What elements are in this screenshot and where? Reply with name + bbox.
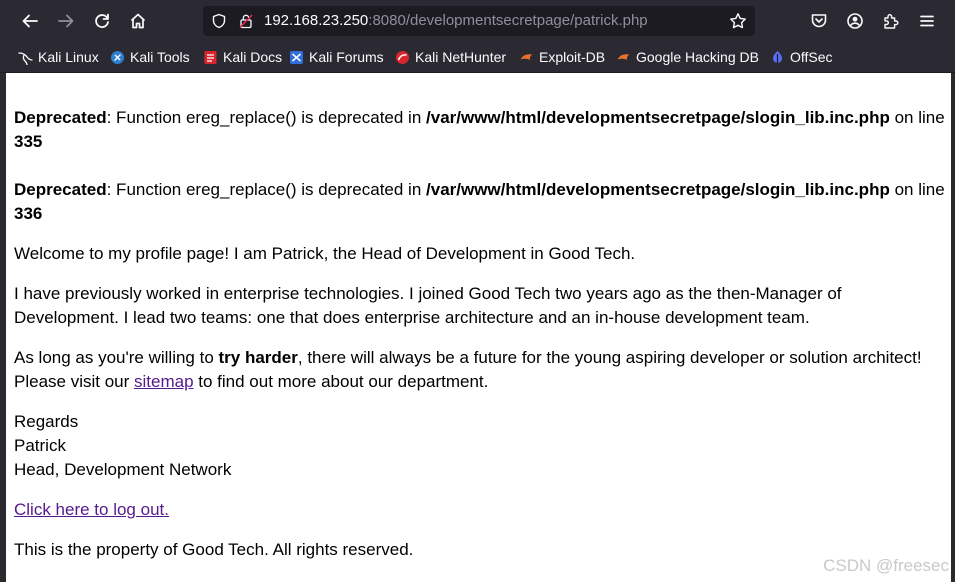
signature-name: Patrick (14, 436, 66, 455)
bookmark-exploit-db[interactable]: Exploit-DB (519, 42, 605, 72)
logout-link[interactable]: Click here to log out. (14, 500, 169, 519)
menu-button[interactable] (913, 7, 941, 35)
ghdb-icon (617, 53, 630, 60)
history-paragraph: I have previously worked in enterprise t… (14, 284, 842, 327)
kali-dragon-icon (18, 51, 33, 65)
warning-line-number: 336 (14, 204, 43, 223)
footer-text: This is the property of Good Tech. All r… (14, 540, 414, 559)
background-window-strip (951, 73, 955, 582)
warning-path: /var/www/html/developmentsecretpage/slog… (426, 180, 890, 199)
signature-title: Head, Development Network (14, 460, 232, 479)
back-button[interactable] (16, 7, 44, 35)
url-path: :8080/developmentsecretpage/patrick.php (368, 12, 648, 29)
try-harder-text: try harder (218, 348, 298, 367)
sitemap-link[interactable]: sitemap (134, 372, 194, 391)
warning-online: on line (889, 108, 945, 127)
home-icon (130, 13, 146, 29)
bookmark-offsec[interactable]: OffSec (770, 42, 833, 72)
text-run: to find out more about our department. (193, 372, 489, 391)
bookmark-kali-docs[interactable]: Kali Docs (203, 42, 282, 72)
kali-docs-icon (204, 50, 217, 64)
warning-label: Deprecated (14, 108, 107, 127)
bookmark-label: Kali NetHunter (415, 49, 507, 65)
bookmarks-toolbar: Kali Linux Kali Tools Kali Docs Kali For… (0, 42, 955, 72)
offsec-icon (773, 50, 782, 63)
extensions-button[interactable] (877, 7, 905, 35)
text-run: As long as you're willing to (14, 348, 219, 367)
bookmark-google-hacking-db[interactable]: Google Hacking DB (616, 42, 759, 72)
warning-line-number: 335 (14, 132, 43, 151)
bookmark-kali-tools[interactable]: Kali Tools (110, 42, 190, 72)
bookmark-label: Google Hacking DB (636, 49, 759, 65)
bookmark-label: Exploit-DB (539, 49, 606, 65)
account-icon (847, 13, 863, 29)
arrow-left-icon (22, 14, 38, 28)
reload-button[interactable] (88, 7, 116, 35)
url-host: 192.168.23.250 (264, 12, 369, 29)
warning-path: /var/www/html/developmentsecretpage/slog… (426, 108, 890, 127)
browser-toolbar: 192.168.23.250:8080/developmentsecretpag… (0, 0, 955, 42)
puzzle-icon (884, 14, 899, 29)
bookmark-label: Kali Docs (223, 49, 283, 65)
exploit-db-icon (520, 53, 533, 60)
warning-text: : Function ereg_replace() is deprecated … (106, 108, 427, 127)
insecure-lock-icon[interactable] (238, 13, 254, 29)
nethunter-icon (396, 50, 409, 64)
watermark-text: CSDN @freesec (823, 556, 949, 575)
hamburger-menu-icon (920, 15, 934, 27)
page-content: Deprecated: Function ereg_replace() is d… (6, 73, 951, 582)
welcome-paragraph: Welcome to my profile page! I am Patrick… (14, 244, 636, 263)
kali-forums-icon (290, 50, 303, 64)
warning-text: : Function ereg_replace() is deprecated … (106, 180, 427, 199)
arrow-right-icon (58, 14, 74, 28)
deprecation-warning-2: Deprecated: Function ereg_replace() is d… (14, 178, 945, 226)
reload-icon (95, 13, 109, 28)
logout-paragraph: Click here to log out. (14, 498, 945, 522)
try-harder-paragraph: As long as you're willing to try harder,… (14, 346, 945, 394)
account-button[interactable] (841, 7, 869, 35)
bookmark-kali-linux[interactable]: Kali Linux (18, 42, 99, 72)
warning-label: Deprecated (14, 180, 107, 199)
deprecation-warning-1: Deprecated: Function ereg_replace() is d… (14, 106, 945, 154)
home-button[interactable] (124, 7, 152, 35)
bookmark-label: OffSec (790, 49, 833, 65)
bookmark-star-icon[interactable] (729, 12, 747, 30)
bookmark-label: Kali Tools (130, 49, 190, 65)
pocket-icon (811, 14, 827, 28)
tracking-shield-icon[interactable] (211, 13, 227, 29)
signature: Regards Patrick Head, Development Network (14, 410, 945, 482)
signature-regards: Regards (14, 412, 79, 431)
bookmark-label: Kali Forums (309, 49, 384, 65)
address-bar[interactable]: 192.168.23.250:8080/developmentsecretpag… (203, 6, 755, 36)
url-text[interactable]: 192.168.23.250:8080/developmentsecretpag… (264, 6, 648, 36)
forward-button[interactable] (52, 7, 80, 35)
pocket-button[interactable] (805, 7, 833, 35)
bookmark-kali-nethunter[interactable]: Kali NetHunter (395, 42, 506, 72)
bookmark-kali-forums[interactable]: Kali Forums (289, 42, 384, 72)
bookmark-label: Kali Linux (38, 49, 99, 65)
kali-tools-icon (111, 50, 124, 64)
warning-online: on line (889, 180, 945, 199)
